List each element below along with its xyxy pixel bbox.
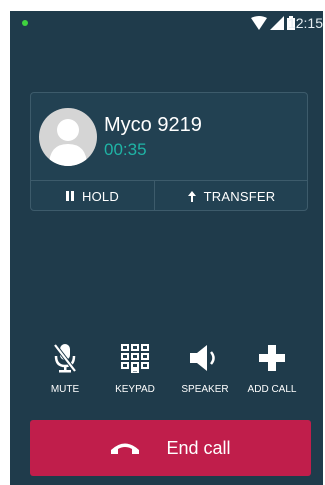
- signal-icon: [270, 16, 284, 30]
- keypad-button[interactable]: KEYPAD: [100, 341, 170, 401]
- speaker-button[interactable]: SPEAKER: [170, 341, 240, 401]
- hold-label: HOLD: [82, 188, 119, 204]
- speaker-label: SPEAKER: [181, 384, 229, 395]
- transfer-button[interactable]: TRANSFER: [155, 181, 308, 211]
- call-actions: MUTE KEYPAD SPEAKER ADD CALL: [10, 341, 323, 401]
- caller-avatar: [39, 108, 97, 166]
- mute-label: MUTE: [50, 384, 80, 395]
- status-clock: 12:15: [287, 15, 323, 31]
- speaker-icon: [190, 345, 215, 371]
- keypad-label: KEYPAD: [115, 384, 155, 395]
- call-screen: 12:15 Myco 9219 00:35 HOLD TRANSFER MUTE…: [10, 11, 323, 485]
- person-icon: [49, 119, 87, 166]
- end-call-label: End call: [166, 437, 231, 458]
- end-call-button[interactable]: End call: [30, 420, 311, 476]
- notification-dot-icon: [22, 20, 28, 26]
- phone-hangup-icon: [111, 443, 140, 454]
- pause-icon: [66, 191, 75, 201]
- call-duration: 00:35: [104, 140, 147, 159]
- transfer-label: TRANSFER: [203, 188, 276, 204]
- add-call-label: ADD CALL: [247, 384, 297, 395]
- plus-icon: [259, 345, 285, 371]
- hold-button[interactable]: HOLD: [31, 181, 154, 211]
- call-card: Myco 9219 00:35 HOLD TRANSFER: [30, 92, 308, 211]
- caller-name: Myco 9219: [104, 114, 202, 136]
- mic-off-icon: [54, 343, 76, 373]
- wifi-icon: [251, 16, 267, 30]
- keypad-icon: [121, 344, 149, 373]
- add-call-button[interactable]: ADD CALL: [237, 341, 307, 401]
- arrow-up-icon: [187, 190, 196, 202]
- status-bar: 12:15: [10, 11, 323, 35]
- mute-button[interactable]: MUTE: [30, 341, 100, 401]
